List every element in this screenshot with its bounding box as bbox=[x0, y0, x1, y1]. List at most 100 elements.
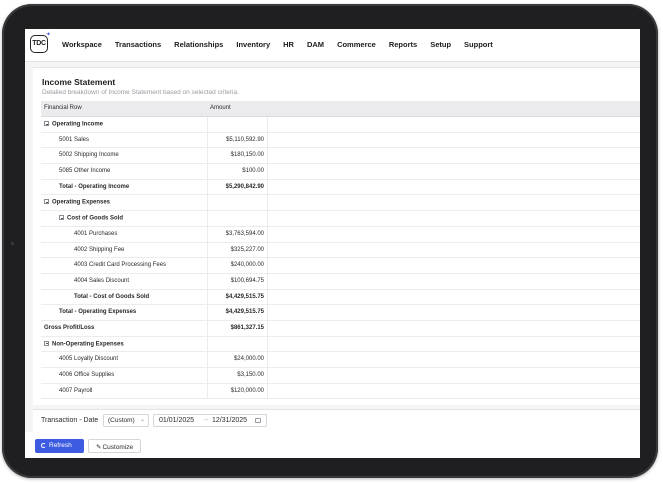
nav-item-commerce[interactable]: Commerce bbox=[337, 40, 376, 49]
filter-label: Transaction - Date bbox=[41, 417, 99, 424]
column-header-amount[interactable]: Amount bbox=[210, 105, 231, 111]
grid-row: Total - Operating Income $5,290,842.90 bbox=[41, 179, 640, 196]
column-divider bbox=[207, 164, 208, 179]
nav-item-inventory[interactable]: Inventory bbox=[236, 40, 270, 49]
column-divider bbox=[207, 195, 208, 211]
row-label-text: Total - Cost of Goods Sold bbox=[74, 293, 150, 300]
nav-item-relationships[interactable]: Relationships bbox=[174, 40, 223, 49]
row-amount: $180,150.00 bbox=[230, 152, 264, 159]
nav-item-setup[interactable]: Setup bbox=[430, 40, 451, 49]
refresh-button[interactable]: Refresh bbox=[35, 439, 84, 453]
row-amount: $5,290,842.90 bbox=[225, 183, 264, 190]
customize-button[interactable]: ✎Customize bbox=[88, 439, 141, 453]
row-amount: $100,694.75 bbox=[230, 277, 264, 284]
main-nav: Workspace Transactions Relationships Invent… bbox=[62, 40, 506, 49]
column-divider bbox=[267, 305, 268, 320]
row-label-text: 4005 Loyalty Discount bbox=[59, 356, 119, 363]
column-divider bbox=[207, 148, 208, 164]
date-range-picker[interactable]: 01/01/2025 → 12/31/2025 bbox=[153, 414, 267, 427]
collapse-toggle-icon[interactable] bbox=[44, 121, 49, 126]
refresh-button-label: Refresh bbox=[49, 442, 72, 449]
nav-item-transactions[interactable]: Transactions bbox=[115, 40, 161, 49]
top-navigation-bar: TDC ✦ Workspace Transactions Relationships… bbox=[25, 29, 640, 62]
column-divider bbox=[267, 195, 268, 211]
column-divider bbox=[207, 320, 208, 336]
date-to-value[interactable]: 12/31/2025 bbox=[212, 417, 247, 424]
row-amount: $4,429,515.75 bbox=[225, 309, 264, 316]
row-label-text: 4006 Office Supplies bbox=[59, 372, 115, 378]
date-from-value[interactable]: 01/01/2025 bbox=[159, 417, 194, 424]
panel-subtitle: Detailed breakdown of Income Statement b… bbox=[42, 89, 239, 96]
column-divider bbox=[207, 242, 208, 258]
income-statement-grid: Financial Row Amount Operating Income 500… bbox=[41, 101, 640, 405]
row-label: Total - Operating Income bbox=[59, 184, 129, 190]
nav-item-support[interactable]: Support bbox=[464, 40, 493, 49]
row-amount: $3,763,594.00 bbox=[225, 230, 264, 237]
customize-button-label: Customize bbox=[102, 444, 134, 451]
nav-item-reports[interactable]: Reports bbox=[389, 40, 417, 49]
column-divider bbox=[207, 368, 208, 383]
grid-row: 5085 Other Income $100.00 bbox=[41, 164, 640, 180]
collapse-toggle-icon[interactable] bbox=[44, 340, 49, 346]
collapse-toggle-icon[interactable] bbox=[59, 215, 64, 221]
grid-row: 4006 Office Supplies $3,150.00 bbox=[41, 368, 640, 384]
collapse-toggle-icon[interactable] bbox=[44, 199, 49, 205]
calendar-icon[interactable] bbox=[255, 418, 261, 423]
column-divider bbox=[207, 273, 208, 289]
row-amount: $4,429,515.75 bbox=[225, 293, 264, 300]
action-bar: Refresh ✎Customize bbox=[25, 432, 640, 458]
row-label: 4003 Credit Card Processing Fees bbox=[74, 262, 166, 268]
grid-group-row[interactable]: Non-Operating Expenses bbox=[41, 336, 640, 353]
column-divider bbox=[267, 211, 268, 226]
arrow-right-icon: → bbox=[202, 416, 209, 423]
app-screen: TDC ✦ Workspace Transactions Relationships… bbox=[25, 29, 640, 458]
column-divider bbox=[207, 305, 208, 320]
column-divider bbox=[267, 273, 268, 289]
grid-group-row[interactable]: Cost of Goods Sold bbox=[41, 211, 640, 227]
row-label: 4007 Payroll bbox=[59, 388, 92, 394]
date-range-select[interactable]: (Custom) ⌄ bbox=[103, 414, 149, 427]
column-divider bbox=[267, 320, 268, 336]
row-label-text: Total - Operating Income bbox=[59, 183, 130, 190]
row-label-text: 4002 Shipping Fee bbox=[74, 246, 125, 253]
row-label-text: 5001 Sales bbox=[59, 136, 90, 143]
date-range-value: (Custom) bbox=[108, 417, 135, 424]
row-label-text: 5002 Shipping Income bbox=[59, 152, 119, 159]
row-label: Operating Expenses bbox=[44, 199, 110, 206]
column-divider bbox=[267, 242, 268, 258]
grid-group-row[interactable]: Operating Expenses bbox=[41, 195, 640, 212]
nav-item-hr[interactable]: HR bbox=[283, 40, 294, 49]
grid-row: 4002 Shipping Fee $325,227.00 bbox=[41, 242, 640, 259]
column-divider bbox=[267, 352, 268, 367]
grid-row: Gross Profit/Loss $861,327.15 bbox=[41, 320, 640, 337]
row-label-text: 4001 Purchases bbox=[74, 230, 118, 237]
column-divider bbox=[207, 226, 208, 242]
grid-row: 4003 Credit Card Processing Fees $240,000… bbox=[41, 258, 640, 274]
nav-item-workspace[interactable]: Workspace bbox=[62, 40, 102, 49]
column-divider bbox=[267, 148, 268, 164]
column-header-financial-row[interactable]: Financial Row bbox=[44, 105, 82, 111]
row-label-text: 4007 Payroll bbox=[59, 387, 93, 394]
grid-row: 5002 Shipping Income $180,150.00 bbox=[41, 148, 640, 165]
grid-group-row[interactable]: Operating Income bbox=[41, 117, 640, 133]
grid-row: Total - Operating Expenses $4,429,515.75 bbox=[41, 305, 640, 321]
row-label-text: Total - Operating Expenses bbox=[59, 309, 137, 316]
row-label: Total - Operating Expenses bbox=[59, 309, 136, 315]
filter-bar: Transaction - Date (Custom) ⌄ 01/01/2025… bbox=[33, 409, 640, 433]
row-label: 4002 Shipping Fee bbox=[74, 247, 124, 253]
camera-dot bbox=[11, 242, 14, 245]
row-label-text: Non-Operating Expenses bbox=[52, 341, 124, 348]
grid-row: 4001 Purchases $3,763,594.00 bbox=[41, 226, 640, 243]
row-label: 4006 Office Supplies bbox=[59, 372, 114, 378]
row-amount: $240,000.00 bbox=[230, 262, 264, 269]
row-label-text: Cost of Goods Sold bbox=[67, 215, 123, 222]
row-label: Operating Income bbox=[44, 121, 103, 128]
column-divider bbox=[207, 179, 208, 195]
row-amount: $24,000.00 bbox=[233, 356, 264, 363]
grid-row: 4007 Payroll $120,000.00 bbox=[41, 383, 640, 400]
column-divider bbox=[267, 132, 268, 148]
chevron-down-icon: ⌄ bbox=[139, 417, 145, 423]
panel-title: Income Statement bbox=[42, 77, 116, 87]
nav-item-dam[interactable]: DAM bbox=[307, 40, 324, 49]
grid-row: 5001 Sales $5,110,592.90 bbox=[41, 132, 640, 149]
